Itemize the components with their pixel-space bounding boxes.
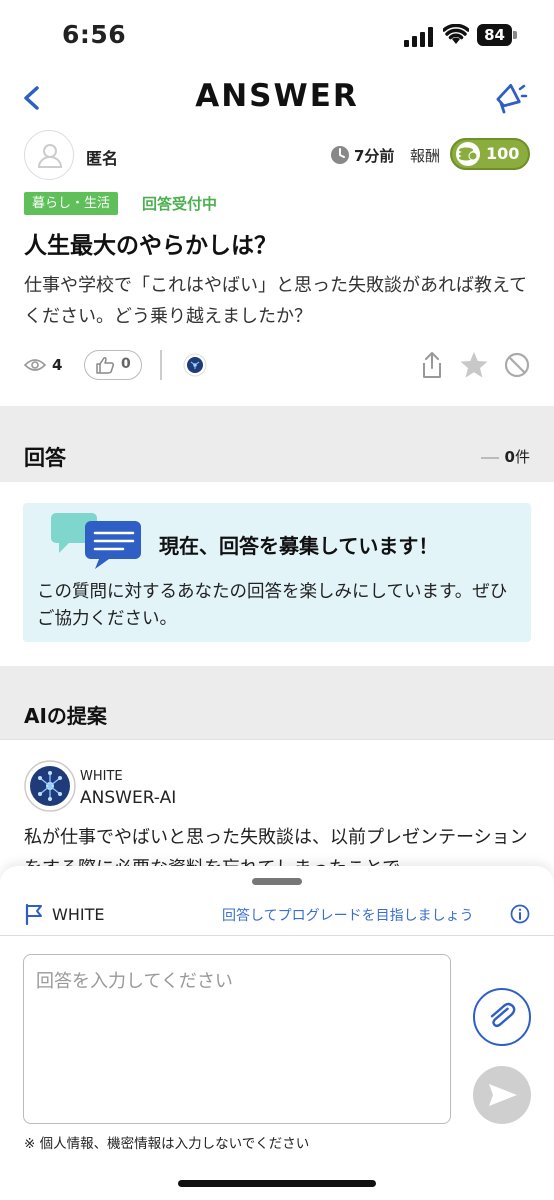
recruit-banner: 現在、回答を募集しています！ この質問に対するあなたの回答を楽しみにしています。… — [23, 503, 531, 642]
status-badge: 回答受付中 — [142, 195, 218, 213]
drag-handle[interactable] — [252, 878, 302, 885]
ai-answer-header: WHITE ANSWER-AI — [24, 760, 544, 820]
reward-value: 100 — [486, 144, 520, 163]
block-icon[interactable] — [504, 352, 530, 378]
question-meta: 匿名 7分前 報酬 100 — [0, 128, 554, 184]
answer-count-value: 0 — [504, 448, 515, 466]
section-spacer — [0, 666, 554, 688]
question-body: 仕事や学校で「これはやばい」と思った失敗談があれば教えてください。どう乗り越えま… — [24, 275, 528, 327]
app-logo: ANSWER — [195, 78, 359, 114]
author-name[interactable]: 匿名 — [86, 145, 118, 169]
answers-header: 回答 0件 — [0, 430, 554, 482]
recruit-title: 現在、回答を募集しています！ — [159, 534, 439, 558]
privacy-note: ※ 個人情報、機密情報は入力しないでください — [24, 1136, 310, 1152]
share-icon[interactable] — [420, 351, 444, 379]
chat-bubbles-icon — [51, 513, 141, 569]
recruit-body: この質問に対するあなたの回答を楽しみにしています。ぜひご協力ください。 — [37, 582, 508, 629]
posted-time: 7分前 — [354, 147, 395, 165]
like-button[interactable]: 0 — [84, 350, 142, 380]
section-spacer — [0, 406, 554, 430]
ai-rank: WHITE — [80, 769, 123, 784]
divider — [160, 350, 162, 380]
attach-button[interactable] — [473, 988, 531, 1046]
upgrade-link[interactable]: 回答してプログレードを目指しましょう — [222, 905, 474, 925]
ai-network-icon[interactable] — [183, 353, 207, 377]
eye-icon — [24, 359, 46, 371]
wifi-icon — [443, 24, 469, 44]
flag-icon — [25, 903, 42, 925]
battery-icon: 84 — [477, 24, 517, 46]
reward-label: 報酬 — [410, 147, 441, 165]
battery-level: 84 — [477, 24, 512, 46]
thumbs-up-icon — [96, 357, 115, 374]
rank-row: WHITE 回答してプログレードを目指しましょう — [0, 896, 554, 936]
ai-section-header: AIの提案 — [0, 688, 554, 740]
send-button[interactable] — [473, 1066, 531, 1124]
ai-avatar-icon — [24, 760, 76, 812]
star-icon[interactable] — [459, 350, 489, 380]
user-silhouette-icon — [37, 144, 63, 168]
app-header: ANSWER — [0, 72, 554, 126]
category-tag[interactable]: 暮らし・生活 — [24, 192, 119, 215]
home-indicator — [178, 1180, 376, 1187]
answers-title: 回答 — [24, 446, 66, 470]
ai-name: ANSWER-AI — [80, 788, 177, 808]
info-icon[interactable] — [510, 904, 530, 924]
like-count: 0 — [121, 356, 131, 372]
question-actions: 4 0 — [0, 346, 554, 386]
paperclip-icon — [490, 1002, 516, 1028]
send-icon — [489, 1084, 517, 1106]
user-rank: WHITE — [52, 905, 105, 924]
answer-input[interactable] — [23, 954, 451, 1124]
reward-badge: 100 — [450, 138, 530, 170]
coins-icon — [456, 142, 480, 166]
question-title: 人生最大のやらかしは？ — [24, 233, 277, 259]
megaphone-icon[interactable] — [492, 80, 528, 116]
cellular-signal-icon — [404, 27, 433, 47]
clock-icon — [331, 146, 349, 164]
status-time: 6:56 — [62, 20, 127, 49]
view-count: 4 — [52, 356, 63, 374]
ai-section-title: AIの提案 — [24, 704, 107, 728]
status-bar: 6:56 84 — [0, 0, 554, 72]
answer-count: 0件 — [480, 446, 530, 467]
answer-composer-sheet: WHITE 回答してプログレードを目指しましょう ※ 個人情報、機密情報は入力し… — [0, 866, 554, 1200]
answer-count-unit: 件 — [514, 448, 530, 466]
avatar[interactable] — [24, 130, 74, 180]
